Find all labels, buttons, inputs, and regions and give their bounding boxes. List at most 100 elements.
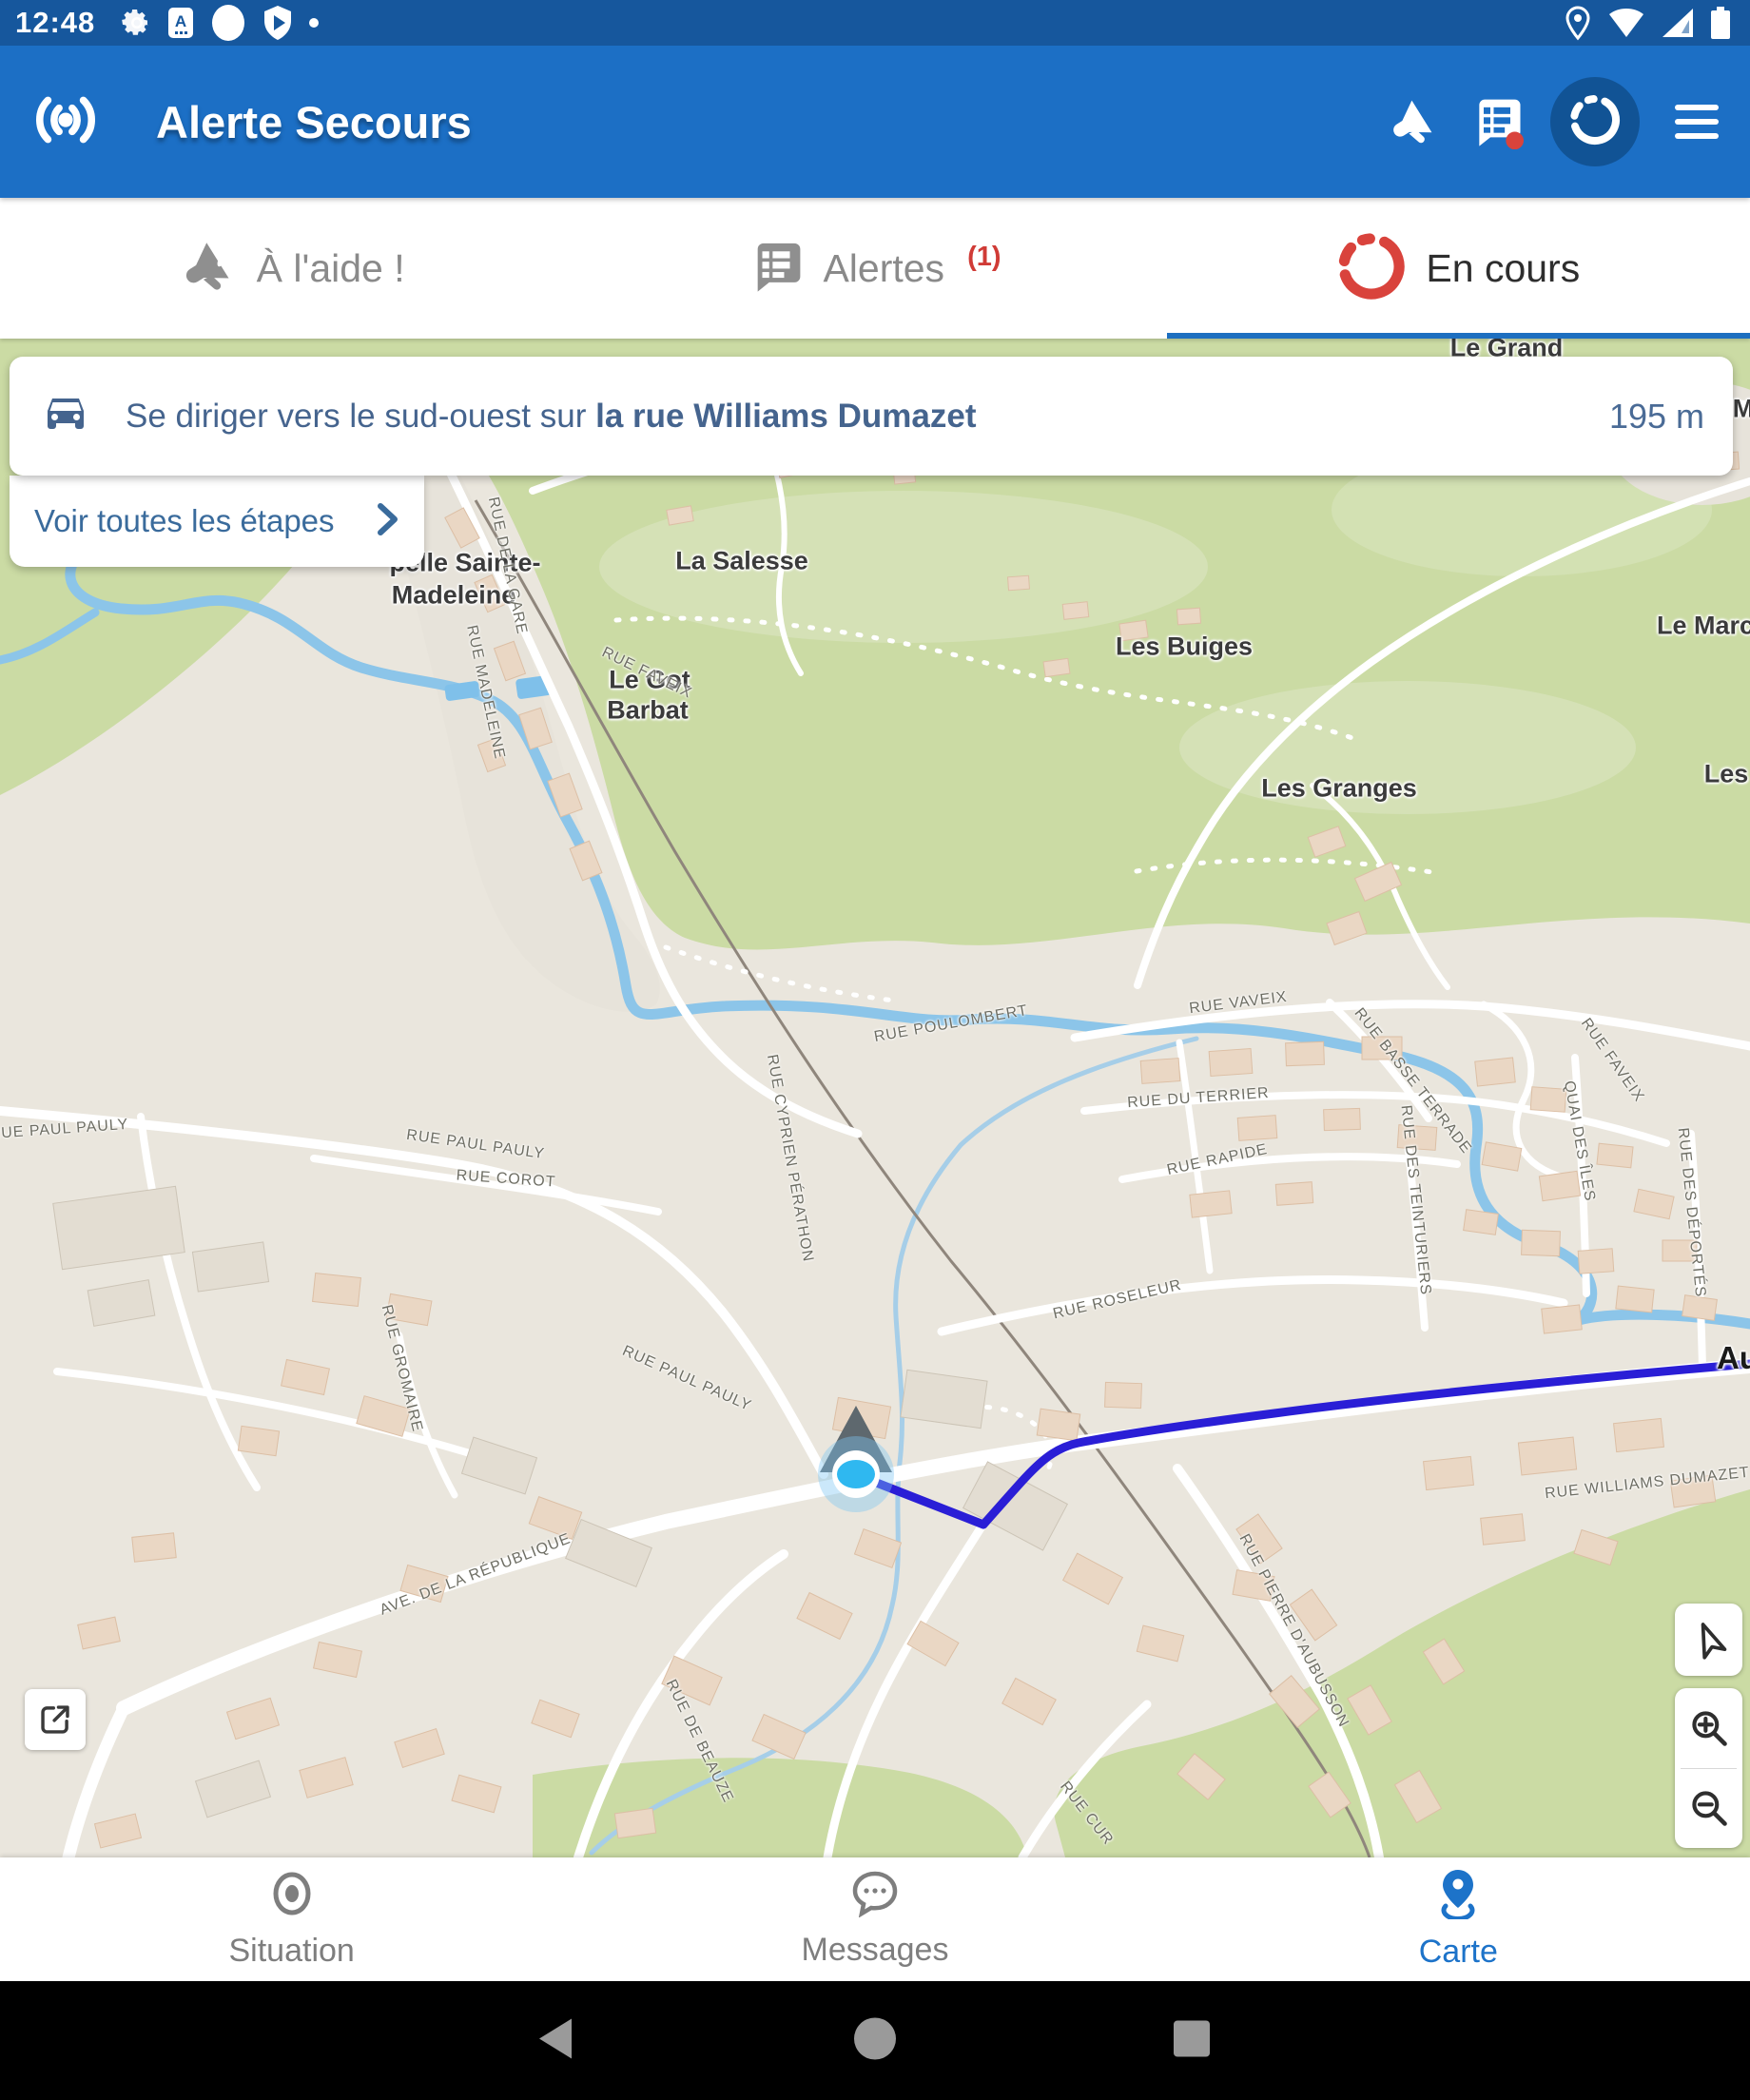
building [88,1280,155,1327]
map-pin-icon [1434,1868,1482,1924]
building [1597,1143,1633,1168]
building [1140,1059,1180,1084]
building [1539,1171,1580,1200]
building [854,1529,901,1568]
signal-icon [1661,7,1695,39]
chat-bubble-icon [850,1870,900,1922]
active-tab-indicator-circle[interactable] [1550,77,1640,166]
screen: 12:48 A Aler [0,0,1750,2100]
building [1530,1087,1566,1112]
locate-me-button[interactable] [1675,1604,1742,1676]
building [1670,1475,1715,1507]
building [1662,1240,1697,1261]
alert-list-icon [749,239,804,299]
building [1397,1125,1437,1151]
instruction-distance: 195 m [1609,397,1704,437]
building [1542,1305,1582,1333]
navigation-arrow-icon [1687,1618,1731,1662]
instruction-street: la rue Williams Dumazet [595,398,976,435]
svg-text:A: A [175,12,186,30]
building [1233,1570,1274,1602]
navigation-instruction-card[interactable]: Se diriger vers le sud-ouest sur la rue … [10,357,1733,476]
zoom-out-button[interactable] [1675,1769,1742,1849]
tab-label: À l'aide ! [257,246,405,291]
building [238,1426,279,1455]
bottom-nav: Situation Messages Carte [0,1857,1750,1981]
android-home-button[interactable] [852,2015,898,2066]
building [1190,1191,1232,1217]
alert-count-badge: (1) [967,242,1001,273]
bottom-nav-situation[interactable]: Situation [0,1857,583,1981]
bottom-nav-carte[interactable]: Carte [1167,1857,1750,1981]
megaphone-button[interactable] [1387,95,1440,148]
building [1137,1625,1183,1662]
building [1324,1108,1361,1130]
building [1614,1418,1664,1451]
tab-label: En cours [1426,246,1580,291]
building [1237,1116,1277,1141]
building [1176,608,1200,625]
status-bar: 12:48 A [0,0,1750,46]
android-recents-button[interactable] [1172,2018,1212,2063]
building [529,1497,581,1540]
tab-a-laide[interactable]: À l'aide ! [0,198,583,339]
building [95,1814,142,1848]
map[interactable]: Le GrandMLa Salessepelle Sainte-Madelein… [0,339,1750,1857]
bottom-nav-label: Carte [1419,1934,1498,1971]
chevron-right-icon [377,502,399,541]
building [462,1437,537,1494]
building [314,1643,362,1678]
building [1209,1048,1253,1076]
building [1682,1295,1718,1321]
building [1616,1286,1654,1312]
building [1634,1189,1674,1218]
building [1236,1514,1282,1564]
building [1424,1456,1474,1489]
building [1578,1249,1614,1274]
wifi-icon [1607,7,1645,39]
app-title: Alerte Secours [156,96,472,148]
building [901,1370,987,1428]
building [196,1760,271,1818]
app-bar: Alerte Secours [0,46,1750,198]
zoom-controls [1675,1688,1742,1848]
building [1008,575,1030,591]
building [1063,1553,1123,1604]
building [300,1758,353,1799]
bottom-nav-messages[interactable]: Messages [583,1857,1166,1981]
building [1475,1058,1515,1086]
zoom-in-button[interactable] [1675,1688,1742,1768]
all-steps-link[interactable]: Voir toutes les étapes [10,476,424,567]
building [313,1274,361,1307]
active-tab-underline [1167,333,1750,339]
notification-dot-icon [308,17,320,29]
tab-label: Alertes [823,246,944,291]
android-back-button[interactable] [535,2016,575,2065]
location-pin-icon [1564,5,1592,41]
car-icon [44,395,88,438]
building [532,1700,579,1737]
building [386,1293,432,1325]
open-in-new-button[interactable] [25,1689,86,1750]
building [1518,1437,1576,1475]
building [1002,1678,1056,1724]
hamburger-menu-button[interactable] [1670,95,1723,148]
progress-spinner-icon [1568,93,1622,151]
tab-alertes[interactable]: Alertes (1) [583,198,1166,339]
battery-icon [1710,6,1731,40]
building [132,1533,176,1562]
progress-spinner-icon [1336,231,1407,306]
building [192,1242,268,1292]
building [1275,1182,1312,1206]
tab-bar: À l'aide ! Alertes (1) En cours [0,198,1750,339]
open-in-new-icon [37,1701,73,1738]
building [1362,1037,1402,1060]
building [1481,1514,1526,1545]
building [662,1656,722,1705]
building [282,1360,330,1395]
building [1119,620,1148,641]
chat-list-button[interactable] [1470,95,1524,148]
building [1037,1409,1079,1441]
building [452,1775,501,1813]
tab-en-cours[interactable]: En cours [1167,198,1750,339]
